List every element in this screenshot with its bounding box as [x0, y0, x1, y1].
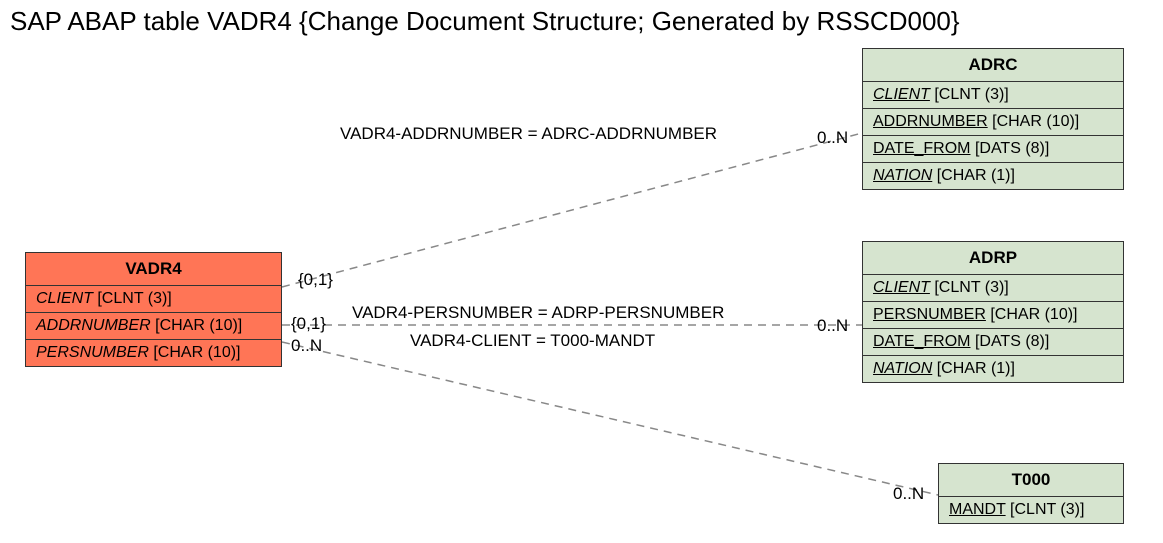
- cardinality-left: {0,1}: [298, 270, 333, 290]
- entity-adrc-field: CLIENT [CLNT (3)]: [863, 82, 1123, 109]
- entity-t000-header: T000: [939, 464, 1123, 497]
- cardinality-right: 0..N: [893, 484, 924, 504]
- entity-adrp-field: PERSNUMBER [CHAR (10)]: [863, 302, 1123, 329]
- entity-vadr4-field: PERSNUMBER [CHAR (10)]: [26, 340, 281, 366]
- entity-adrp-field: DATE_FROM [DATS (8)]: [863, 329, 1123, 356]
- entity-vadr4-field: CLIENT [CLNT (3)]: [26, 286, 281, 313]
- cardinality-right: 0..N: [817, 316, 848, 336]
- entity-adrc-header: ADRC: [863, 49, 1123, 82]
- relation-text: VADR4-PERSNUMBER = ADRP-PERSNUMBER: [352, 303, 724, 323]
- cardinality-left: 0..N: [291, 336, 322, 356]
- entity-adrp-header: ADRP: [863, 242, 1123, 275]
- entity-vadr4: VADR4 CLIENT [CLNT (3)] ADDRNUMBER [CHAR…: [25, 252, 282, 367]
- entity-t000-field: MANDT [CLNT (3)]: [939, 497, 1123, 523]
- entity-adrc-field: DATE_FROM [DATS (8)]: [863, 136, 1123, 163]
- entity-adrc: ADRC CLIENT [CLNT (3)] ADDRNUMBER [CHAR …: [862, 48, 1124, 190]
- page-title: SAP ABAP table VADR4 {Change Document St…: [10, 6, 960, 37]
- entity-adrc-field: ADDRNUMBER [CHAR (10)]: [863, 109, 1123, 136]
- entity-vadr4-field: ADDRNUMBER [CHAR (10)]: [26, 313, 281, 340]
- relation-text: VADR4-CLIENT = T000-MANDT: [410, 331, 655, 351]
- relation-text: VADR4-ADDRNUMBER = ADRC-ADDRNUMBER: [340, 124, 717, 144]
- entity-adrp: ADRP CLIENT [CLNT (3)] PERSNUMBER [CHAR …: [862, 241, 1124, 383]
- entity-t000: T000 MANDT [CLNT (3)]: [938, 463, 1124, 524]
- entity-vadr4-header: VADR4: [26, 253, 281, 286]
- cardinality-left: {0,1}: [291, 314, 326, 334]
- entity-adrc-field: NATION [CHAR (1)]: [863, 163, 1123, 189]
- entity-adrp-field: CLIENT [CLNT (3)]: [863, 275, 1123, 302]
- entity-adrp-field: NATION [CHAR (1)]: [863, 356, 1123, 382]
- cardinality-right: 0..N: [817, 128, 848, 148]
